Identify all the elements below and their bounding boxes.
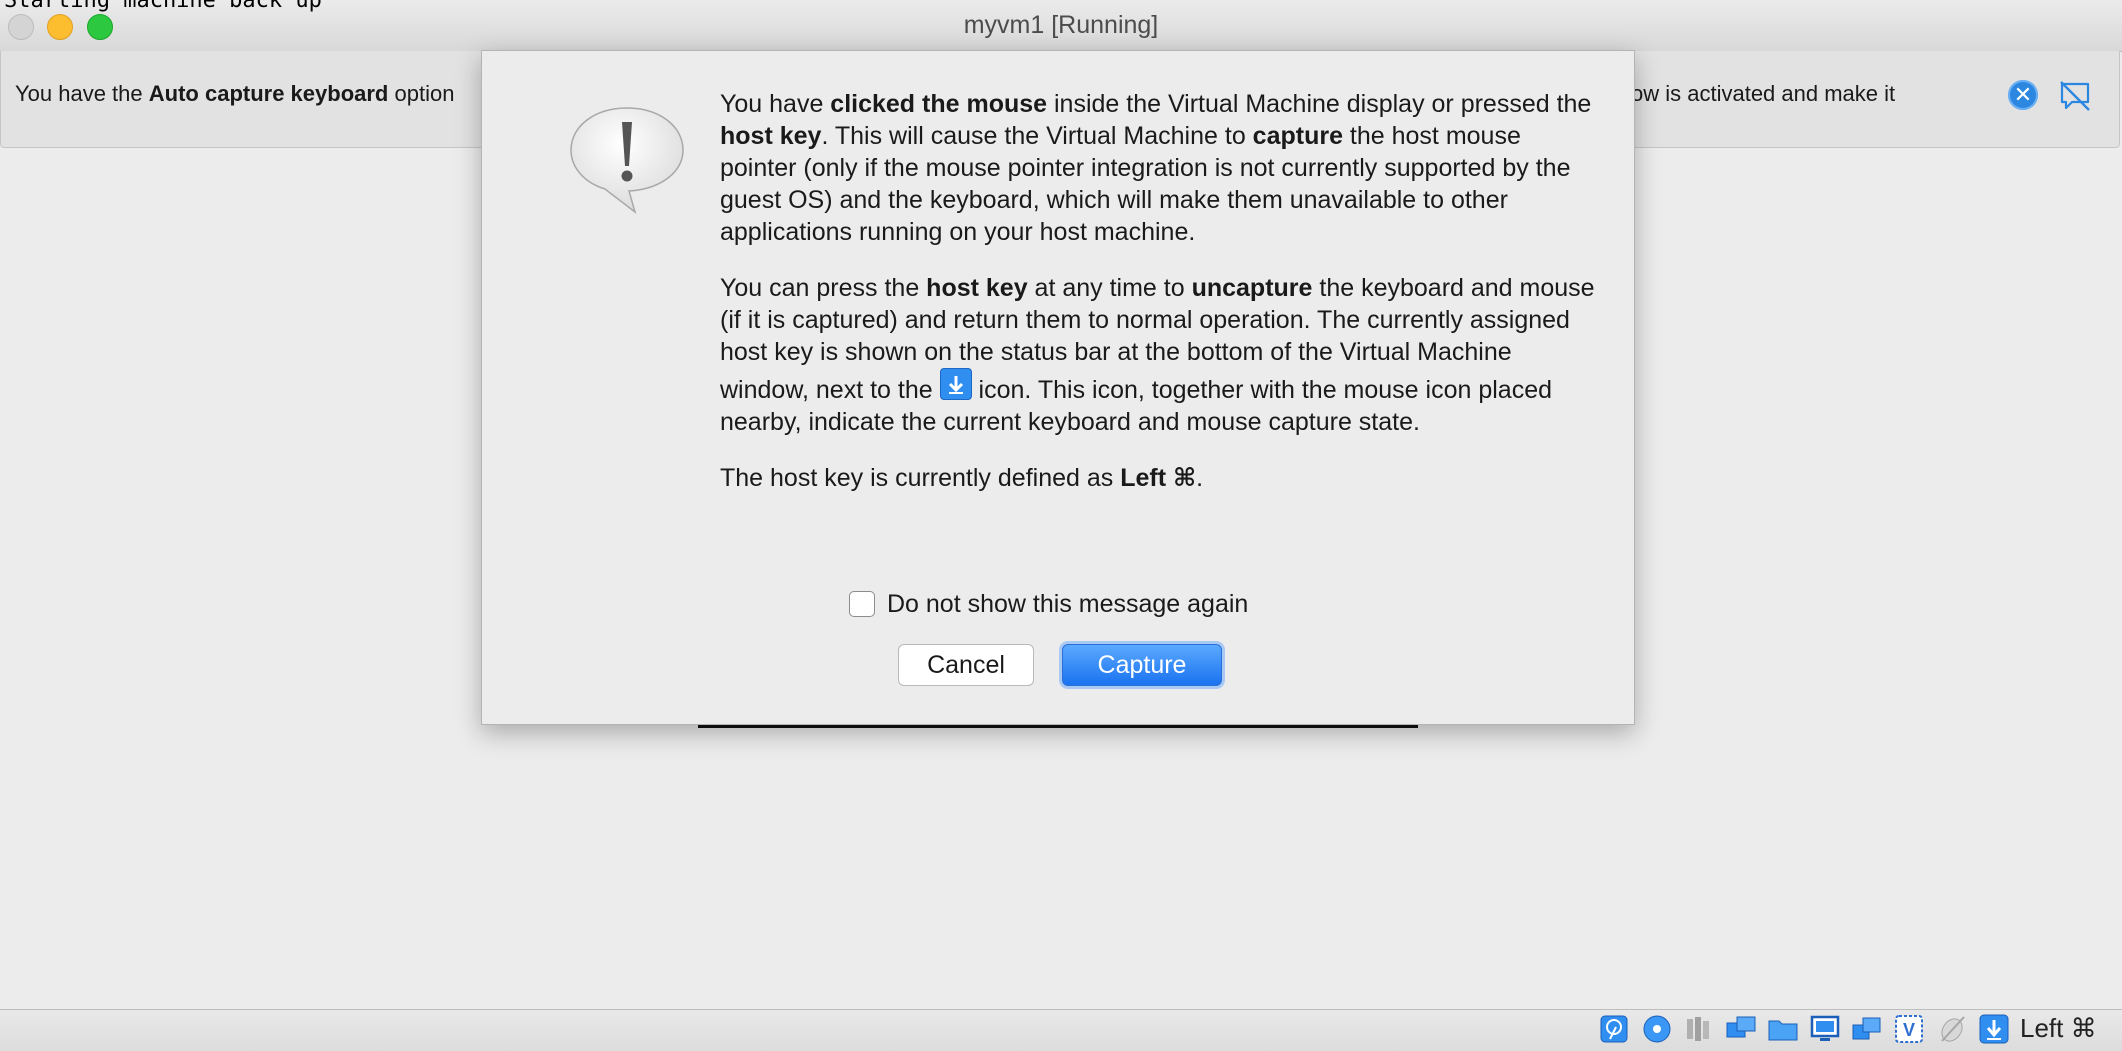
exclamation-icon xyxy=(570,107,684,214)
svg-text:V: V xyxy=(1903,1020,1915,1040)
banner-message: You have the Auto capture keyboard optio… xyxy=(15,81,454,107)
banner-message-continued: ow is activated and make it xyxy=(1631,81,1896,106)
hard-disk-icon[interactable] xyxy=(1598,1013,1630,1045)
banner-close-icon[interactable]: ✕ xyxy=(2008,80,2038,110)
p2a-segment: You can press the xyxy=(720,274,927,302)
p1-segment: You have xyxy=(720,90,831,118)
display-icon[interactable] xyxy=(1809,1013,1841,1045)
cancel-button[interactable]: Cancel xyxy=(898,644,1034,686)
dialog-paragraph-capture: You have clicked the mouse inside the Vi… xyxy=(720,88,1600,248)
window-title: myvm1 [Running] xyxy=(963,11,1159,39)
mouse-integration-icon[interactable] xyxy=(1936,1013,1968,1045)
optical-drive-icon[interactable] xyxy=(1641,1013,1673,1045)
network-icon[interactable] xyxy=(1725,1013,1757,1045)
p1-segment: capture xyxy=(1252,122,1343,150)
p1-segment: clicked the mouse xyxy=(830,90,1048,118)
dont-show-again-checkbox[interactable] xyxy=(849,591,875,617)
video-capture-icon[interactable] xyxy=(1851,1013,1883,1045)
title-bar: Starting machine back up myvm1 [Running] xyxy=(0,0,2122,52)
p1-segment: inside the Virtual Machine display or pr… xyxy=(1047,90,1592,118)
banner-text-suffix: option xyxy=(388,81,455,106)
capture-dialog: You have clicked the mouse inside the Vi… xyxy=(481,50,1635,725)
audio-icon[interactable] xyxy=(1683,1013,1715,1045)
p1-segment: host key xyxy=(720,122,822,150)
dialog-paragraph-hostkey: The host key is currently defined as Lef… xyxy=(720,462,1600,494)
status-bar xyxy=(0,1009,2122,1051)
banner-text-bold: Auto capture keyboard xyxy=(148,81,389,106)
banner-text-prefix: You have the xyxy=(15,81,149,106)
hostkey-text-suffix: . xyxy=(1196,464,1204,492)
capture-button[interactable]: Capture xyxy=(1062,644,1222,686)
host-key-icon[interactable] xyxy=(1978,1013,2010,1045)
p2a-segment: at any time to xyxy=(1027,274,1192,302)
p2a-segment: uncapture xyxy=(1191,274,1313,302)
vt-x-icon[interactable]: V xyxy=(1893,1013,1925,1045)
hostkey-text-prefix: The host key is currently defined as xyxy=(720,464,1121,492)
dialog-message: You have clicked the mouse inside the Vi… xyxy=(720,88,1600,518)
banner-mute-icon[interactable] xyxy=(2058,79,2092,113)
host-key-inline-icon xyxy=(939,368,972,400)
dont-show-again-row[interactable]: Do not show this message again xyxy=(849,588,1248,620)
p1-segment: . This will cause the Virtual Machine to xyxy=(821,122,1253,150)
dont-show-again-label[interactable]: Do not show this message again xyxy=(887,590,1248,619)
hostkey-text-value: Left ⌘ xyxy=(1120,464,1197,492)
host-key-label: Left ⌘ xyxy=(2020,1013,2097,1043)
p2a-segment: host key xyxy=(926,274,1028,302)
dialog-paragraph-uncapture: You can press the host key at any time t… xyxy=(720,272,1600,438)
shared-folder-icon[interactable] xyxy=(1767,1013,1799,1045)
